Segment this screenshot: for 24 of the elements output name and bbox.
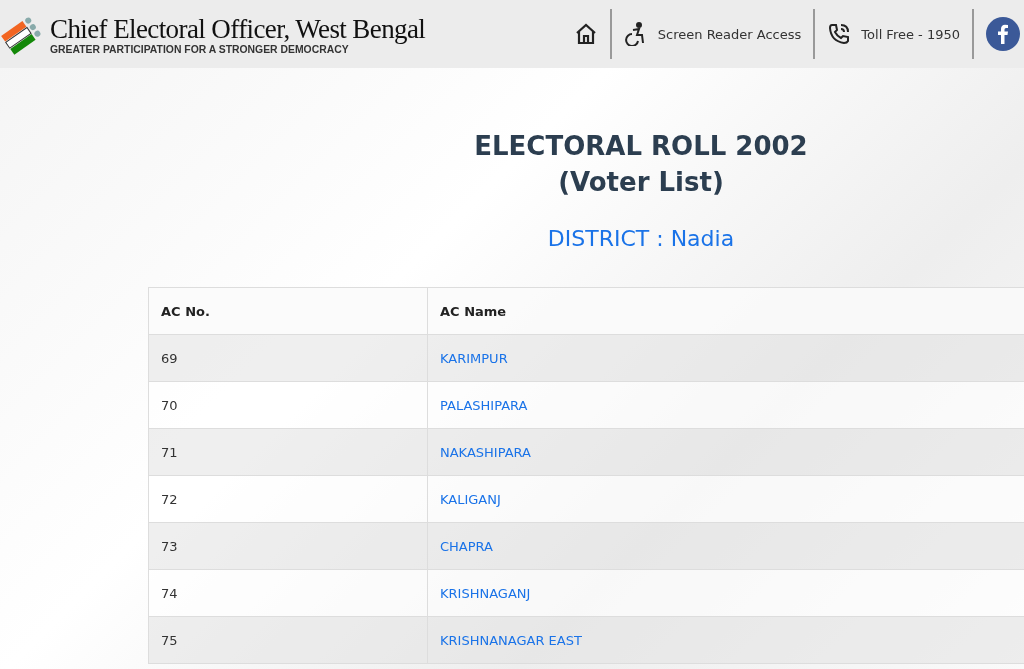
phone-link[interactable]: Toll Free - 1950 <box>815 9 974 59</box>
constituency-link[interactable]: CHAPRA <box>440 538 493 554</box>
page-title: ELECTORAL ROLL 2002 (Voter List) <box>474 130 808 199</box>
table-cell: 69 <box>148 334 428 382</box>
table-cell: 74 <box>148 569 428 617</box>
accessibility-link[interactable]: Screen Reader Access <box>611 9 816 59</box>
phone-icon <box>827 22 852 46</box>
site-tagline: GREATER PARTICIPATION FOR A STRONGER DEMOCRACY <box>50 43 350 55</box>
table-cell: 72 <box>148 475 428 523</box>
table-cell: 71 <box>148 428 428 476</box>
column-header: AC No. <box>148 287 428 335</box>
district-heading: DISTRICT : Nadia <box>547 226 735 251</box>
constituency-link[interactable]: KALIGANJ <box>440 491 501 507</box>
constituency-link[interactable]: KRISHNAGANJ <box>440 585 531 601</box>
constituency-link[interactable]: KARIMPUR <box>440 350 508 366</box>
constituency-link[interactable]: KRISHNANAGAR EAST <box>440 632 582 648</box>
column-header: AC Name <box>427 287 1024 335</box>
constituency-link[interactable]: NAKASHIPARA <box>440 444 531 460</box>
table-cell: 73 <box>148 522 428 570</box>
table-cell: 70 <box>148 381 428 429</box>
constituency-link[interactable]: PALASHIPARA <box>440 397 528 413</box>
site-title: Chief Electoral Officer, West Bengal <box>50 13 426 44</box>
facebook-icon <box>986 17 1020 51</box>
table-cell: 75 <box>148 616 428 664</box>
